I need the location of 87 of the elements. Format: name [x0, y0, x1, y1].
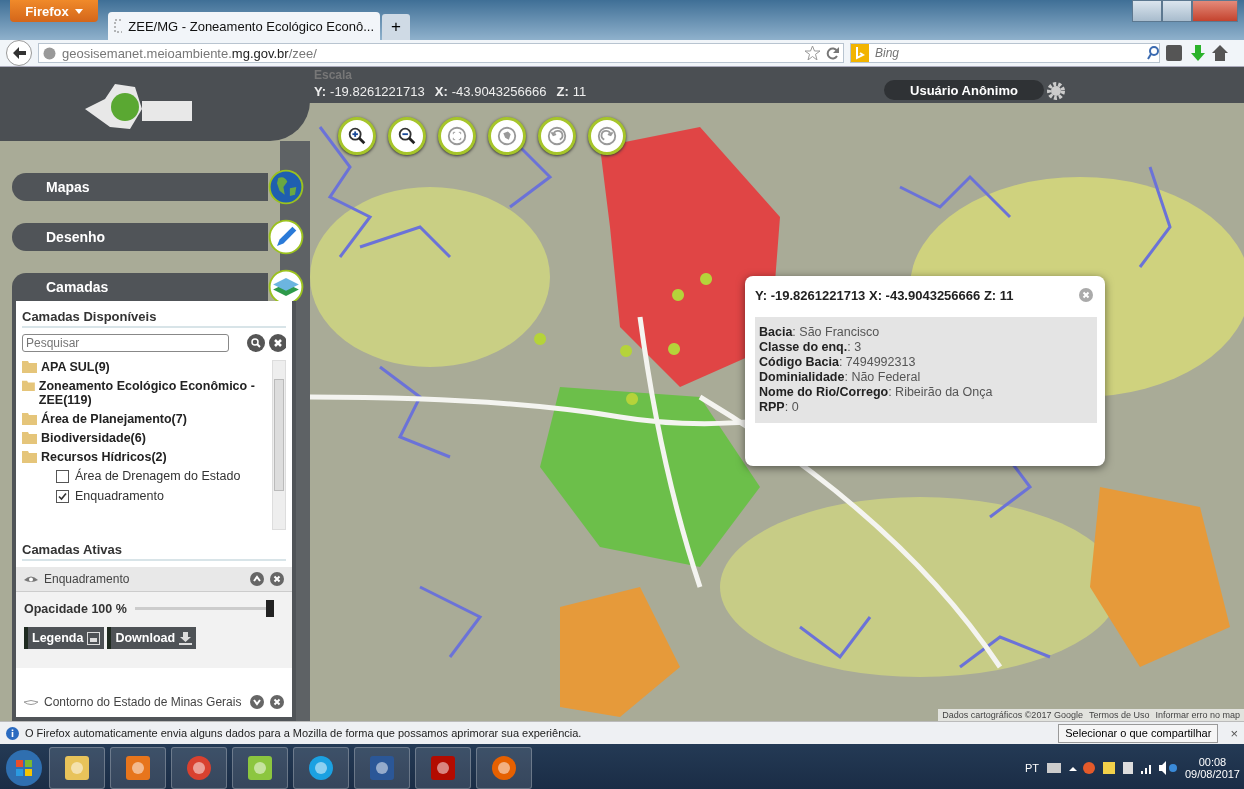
start-button[interactable] — [4, 747, 44, 788]
search-field[interactable]: Pesquisar — [22, 334, 230, 352]
tray-icons-drawing[interactable] — [1046, 759, 1177, 776]
popup-title: Y: -19.8261221713 X: -43.9043256666 Z: 11 — [755, 288, 1014, 303]
zoom-out-icon[interactable] — [396, 125, 418, 147]
attribute-line: Dominialidade: Não Federal — [759, 370, 922, 385]
download-icon[interactable] — [1190, 45, 1206, 61]
remove-icon[interactable] — [270, 572, 284, 586]
new-tab-button[interactable]: + — [382, 14, 410, 40]
map-attribution: Dados cartográficos ©2017 Google — [942, 710, 1083, 720]
acrobat-taskbar-button[interactable] — [415, 746, 471, 789]
firefox-taskbar-button[interactable] — [476, 746, 532, 789]
settings-icon[interactable] — [1046, 81, 1066, 101]
info-icon — [6, 726, 19, 740]
bookmarks-icon[interactable] — [1166, 45, 1184, 61]
minimize-button[interactable] — [1132, 0, 1162, 22]
layer-label[interactable]: Área de Drenagem do Estado — [75, 469, 241, 483]
eye-closed-icon[interactable] — [24, 697, 38, 707]
app-taskbar-button[interactable] — [232, 746, 288, 789]
section-title: Camadas Disponíveis — [22, 309, 286, 328]
close-button[interactable]: × — [1230, 725, 1238, 741]
menu-header[interactable]: Desenho — [12, 223, 268, 251]
attribute-line: Bacia: São Francisco — [759, 325, 881, 340]
layer-name: Contorno do Estado de Minas Gerais — [44, 695, 243, 709]
reload-icon[interactable] — [826, 46, 839, 60]
clear-icon[interactable] — [268, 334, 286, 352]
checkbox[interactable] — [56, 489, 69, 503]
zoom-in-icon[interactable] — [346, 125, 368, 147]
download-icon[interactable] — [179, 631, 193, 645]
clock-time[interactable]: 00:08 — [1198, 755, 1227, 768]
address-bar[interactable]: geosisemanet.meioambiente.mg.gov.br/zee/ — [38, 43, 844, 63]
back-button[interactable] — [6, 40, 32, 66]
coordinate: Z: 11 — [556, 84, 587, 99]
menu-header[interactable]: Camadas — [12, 273, 268, 301]
section-title: Camadas Ativas — [22, 542, 286, 561]
layer-group[interactable]: APA SUL(9) — [41, 360, 110, 374]
layer-group[interactable]: Zoneamento Ecológico Econômico - ZEE(119) — [38, 379, 272, 407]
coordinate: Y: -19.8261221713 — [314, 84, 425, 99]
menu-header[interactable]: Mapas — [12, 173, 268, 201]
chevron-down-icon[interactable] — [250, 695, 264, 709]
search-box[interactable]: Bing — [850, 43, 1160, 63]
home-icon[interactable] — [1212, 45, 1228, 61]
clock-date[interactable]: 09/08/2017 — [1184, 767, 1240, 780]
search-icon[interactable] — [1147, 46, 1159, 60]
attribute-line: Nome do Rio/Corrego: Ribeirão da Onça — [759, 385, 994, 400]
redo-icon[interactable] — [596, 125, 618, 147]
attribute-line: Classe do enq.: 3 — [759, 340, 863, 355]
eye-icon[interactable] — [24, 574, 38, 584]
opacity-label: Opacidade 100 % — [24, 601, 127, 616]
language-indicator[interactable]: PT — [1024, 761, 1039, 774]
notification-text: O Firefox automaticamente envia alguns dados para a Mozilla de forma que possamos aprimorar sua experiência. — [25, 727, 583, 739]
scrollbar[interactable] — [272, 360, 286, 530]
layer-group[interactable]: Recursos Hídricos(2) — [41, 450, 167, 464]
layer-label[interactable]: Enquadramento — [75, 489, 164, 503]
chevron-up-icon[interactable] — [250, 572, 264, 586]
share-settings-button[interactable]: Selecionar o que compartilhar — [1058, 723, 1219, 743]
attribution-link[interactable]: Termos de Uso — [1088, 710, 1150, 720]
media-player-taskbar-button[interactable] — [110, 746, 166, 789]
attribution-link[interactable]: Informar erro no map — [1155, 710, 1240, 720]
browser-tab[interactable]: ZEE/MG - Zoneamento Ecológico Econô... — [108, 12, 380, 40]
maximize-button[interactable] — [1162, 0, 1192, 22]
back-arrow-icon[interactable] — [12, 47, 26, 59]
attribute-line: RPP: 0 — [759, 400, 800, 415]
legend-button[interactable]: Legenda — [24, 627, 105, 649]
folder-taskbar-button[interactable] — [49, 746, 105, 789]
undo-icon[interactable] — [546, 125, 568, 147]
document-taskbar-button[interactable] — [354, 746, 410, 789]
map-icon[interactable] — [496, 125, 518, 147]
user-name[interactable]: Usuário Anônimo — [884, 80, 1044, 100]
legend-icon[interactable] — [87, 631, 101, 645]
search-icon[interactable] — [247, 334, 265, 352]
layer-group[interactable]: Biodiversidade(6) — [41, 431, 146, 445]
pencil-icon[interactable] — [268, 219, 304, 255]
download-button[interactable]: Download — [107, 627, 197, 649]
page-icon — [114, 19, 123, 33]
slider-thumb[interactable] — [266, 600, 274, 617]
layer-group[interactable]: Área de Planejamento(7) — [41, 412, 187, 426]
chrome-taskbar-button[interactable] — [171, 746, 227, 789]
bookmark-star-icon[interactable] — [805, 46, 820, 60]
full-extent-icon[interactable] — [446, 125, 468, 147]
remove-icon[interactable] — [270, 695, 284, 709]
coordinate: X: -43.9043256666 — [434, 84, 547, 99]
skype-taskbar-button[interactable] — [293, 746, 349, 789]
layer-name: Enquadramento — [44, 572, 131, 586]
caret-icon[interactable] — [74, 8, 83, 14]
attribute-line: Código Bacia: 7494992313 — [759, 355, 917, 370]
checkbox[interactable] — [56, 469, 69, 483]
